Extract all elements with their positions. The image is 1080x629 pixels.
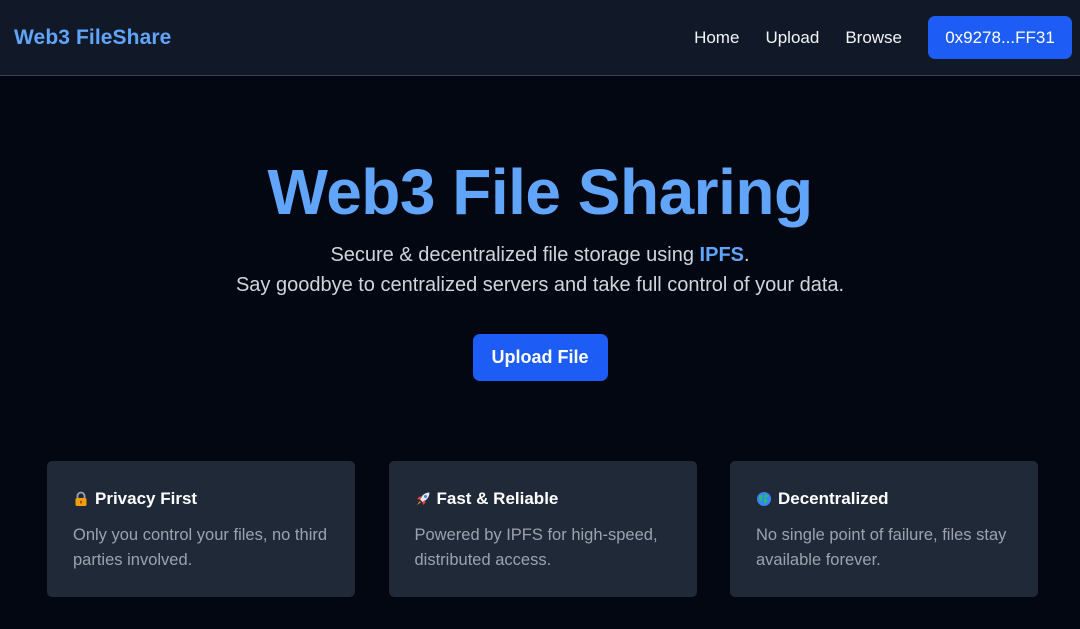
feature-desc-privacy: Only you control your files, no third pa… xyxy=(73,526,328,569)
hero-subtitle: Secure & decentralized file storage usin… xyxy=(0,240,1080,300)
hero-subtitle-line1-prefix: Secure & decentralized file storage usin… xyxy=(330,244,700,266)
hero-title: Web3 File Sharing xyxy=(267,156,813,228)
lock-icon xyxy=(73,491,89,507)
hero-subtitle-line2: Say goodbye to centralized servers and t… xyxy=(235,274,845,296)
feature-desc-fast: Powered by IPFS for high-speed, distribu… xyxy=(414,526,658,569)
feature-desc-decentralized: No single point of failure, files stay a… xyxy=(756,526,1007,569)
feature-card-decentralized: Decentralized No single point of failure… xyxy=(730,461,1038,597)
hero-section: Web3 File Sharing Secure & decentralized… xyxy=(0,76,1080,381)
feature-title-decentralized: Decentralized xyxy=(778,489,889,508)
globe-icon xyxy=(756,491,772,507)
feature-title-privacy: Privacy First xyxy=(95,489,198,508)
wallet-address-button[interactable]: 0x9278...FF31 xyxy=(928,16,1072,59)
feature-card-fast: Fast & Reliable Powered by IPFS for high… xyxy=(388,461,697,597)
nav-link-browse[interactable]: Browse xyxy=(845,28,902,48)
ipfs-highlight: IPFS xyxy=(699,244,744,266)
brand-logo[interactable]: Web3 FileShare xyxy=(14,26,171,50)
navbar: Web3 FileShare Home Upload Browse 0x9278… xyxy=(0,0,1080,76)
nav-link-upload[interactable]: Upload xyxy=(765,28,819,48)
features-section: Privacy First Only you control your file… xyxy=(47,461,1038,597)
feature-card-privacy: Privacy First Only you control your file… xyxy=(47,461,355,597)
rocket-icon xyxy=(415,491,431,507)
hero-subtitle-line1-suffix: . xyxy=(744,244,750,266)
upload-file-button[interactable]: Upload File xyxy=(472,334,608,381)
nav-menu: Home Upload Browse 0x9278...FF31 xyxy=(694,16,1072,59)
feature-title-fast: Fast & Reliable xyxy=(436,489,559,508)
nav-link-home[interactable]: Home xyxy=(694,28,739,48)
